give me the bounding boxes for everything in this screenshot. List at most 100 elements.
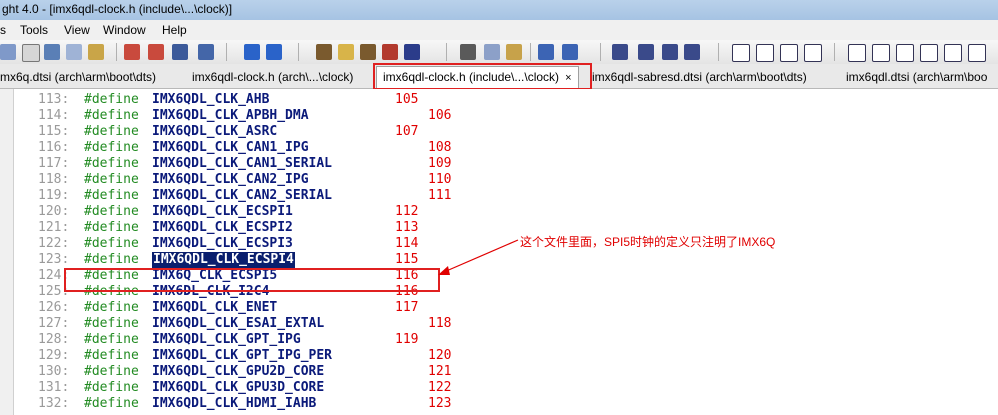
define-keyword: #define: [84, 204, 139, 219]
toolbar-icon-19[interactable]: [732, 44, 750, 62]
toolbar-icon-12[interactable]: [360, 44, 376, 60]
menu-item-tools[interactable]: Tools: [20, 23, 48, 37]
cut-icon[interactable]: [460, 44, 476, 60]
macro-name: IMX6QDL_CLK_HDMI_IAHB: [152, 396, 317, 411]
macro-value: 123: [428, 396, 452, 411]
forward-arrow-icon[interactable]: [266, 44, 282, 60]
define-keyword: #define: [84, 364, 139, 379]
toolbar-icon-8[interactable]: [172, 44, 188, 60]
toolbar-icon-23[interactable]: [848, 44, 866, 62]
line-number: 128:: [38, 332, 70, 347]
line-number: 113:: [38, 92, 70, 107]
macro-value: 114: [395, 236, 419, 251]
menu-item-tools-partial[interactable]: s: [0, 23, 6, 37]
paste-icon[interactable]: [506, 44, 522, 60]
macro-value: 115: [395, 252, 419, 267]
toolbar-icon-3[interactable]: [44, 44, 60, 60]
toolbar-icon-14[interactable]: [404, 44, 420, 60]
toolbar-icon-28[interactable]: [968, 44, 986, 62]
tab-imx6qdl-dtsi[interactable]: imx6qdl.dtsi (arch\arm\boo: [846, 67, 987, 87]
macro-value: 112: [395, 204, 419, 219]
define-keyword: #define: [84, 316, 139, 331]
toolbar-icon-6[interactable]: [124, 44, 140, 60]
toolbar-icon-11[interactable]: [338, 44, 354, 60]
toolbar-icon-16[interactable]: [638, 44, 654, 60]
toolbar-icon-9[interactable]: [198, 44, 214, 60]
define-keyword: #define: [84, 92, 139, 107]
macro-name: IMX6QDL_CLK_GPU3D_CORE: [152, 380, 325, 395]
macro-value: 117: [395, 300, 419, 315]
toolbar-icon-7[interactable]: [148, 44, 164, 60]
toolbar-icon-27[interactable]: [944, 44, 962, 62]
toolbar-icon-13[interactable]: [382, 44, 398, 60]
macro-value: 122: [428, 380, 452, 395]
macro-name: IMX6QDL_CLK_CAN1_IPG: [152, 140, 309, 155]
tab-label: imx6qdl-sabresd.dtsi (arch\arm\boot\dts): [592, 70, 807, 84]
toolbar-separator: [600, 43, 601, 61]
menu-item-help[interactable]: Help: [162, 23, 187, 37]
active-tab-highlight: [373, 63, 592, 90]
macro-value: 106: [428, 108, 452, 123]
annotation-highlight-box: [64, 268, 440, 292]
selected-macro-name[interactable]: IMX6QDL_CLK_ECSPI4: [152, 252, 295, 268]
tab-imx6q-dtsi[interactable]: mx6q.dtsi (arch\arm\boot\dts): [0, 67, 156, 87]
macro-value: 109: [428, 156, 452, 171]
macro-name: IMX6QDL_CLK_ECSPI1: [152, 204, 293, 219]
define-keyword: #define: [84, 236, 139, 251]
tab-label: imx6qdl.dtsi (arch\arm\boo: [846, 70, 988, 84]
toolbar-icon-25[interactable]: [896, 44, 914, 62]
macro-name: IMX6QDL_CLK_ECSPI2: [152, 220, 293, 235]
back-arrow-icon[interactable]: [244, 44, 260, 60]
toolbar-icon-10[interactable]: [316, 44, 332, 60]
toolbar-separator: [116, 43, 117, 61]
toolbar-separator: [298, 43, 299, 61]
define-keyword: #define: [84, 348, 139, 363]
macro-name: IMX6QDL_CLK_APBH_DMA: [152, 108, 309, 123]
undo-icon[interactable]: [538, 44, 554, 60]
line-number: 120:: [38, 204, 70, 219]
toolbar-icon-4[interactable]: [66, 44, 82, 60]
macro-value: 121: [428, 364, 452, 379]
line-number: 131:: [38, 380, 70, 395]
toolbar-separator: [530, 43, 531, 61]
line-number: 122:: [38, 236, 70, 251]
tab-imx6qdl-sabresd[interactable]: imx6qdl-sabresd.dtsi (arch\arm\boot\dts): [592, 67, 807, 87]
toolbar-icon-15[interactable]: [612, 44, 628, 60]
macro-name: IMX6QDL_CLK_AHB: [152, 92, 270, 107]
annotation-text: 这个文件里面，SPI5时钟的定义只注明了IMX6Q: [520, 235, 776, 249]
redo-icon[interactable]: [562, 44, 578, 60]
line-number: 127:: [38, 316, 70, 331]
define-keyword: #define: [84, 188, 139, 203]
toolbar-icon-21[interactable]: [780, 44, 798, 62]
toolbar-icon-5[interactable]: [88, 44, 104, 60]
toolbar-icon-22[interactable]: [804, 44, 822, 62]
macro-value: 113: [395, 220, 419, 235]
toolbar-icon-26[interactable]: [920, 44, 938, 62]
toolbar-icon-18[interactable]: [684, 44, 700, 60]
copy-icon[interactable]: [484, 44, 500, 60]
macro-name: IMX6QDL_CLK_ECSPI3: [152, 236, 293, 251]
toolbar-icon-1[interactable]: [0, 44, 16, 60]
toolbar-icon-24[interactable]: [872, 44, 890, 62]
macro-value: 118: [428, 316, 452, 331]
tab-imx6qdl-clock-arch[interactable]: imx6qdl-clock.h (arch\...\clock): [192, 67, 353, 87]
menu-item-window[interactable]: Window: [103, 23, 146, 37]
toolbar-icon-20[interactable]: [756, 44, 774, 62]
window-title: ght 4.0 - [imx6qdl-clock.h (include\...\…: [2, 2, 233, 16]
line-number: 121:: [38, 220, 70, 235]
macro-name: IMX6QDL_CLK_GPU2D_CORE: [152, 364, 325, 379]
toolbar-icon-17[interactable]: [662, 44, 678, 60]
macro-value: 110: [428, 172, 452, 187]
macro-name: IMX6QDL_CLK_ENET: [152, 300, 278, 315]
define-keyword: #define: [84, 396, 139, 411]
macro-value: 119: [395, 332, 419, 347]
define-keyword: #define: [84, 220, 139, 235]
toolbar-icon-2[interactable]: [22, 44, 40, 62]
line-number: 117:: [38, 156, 70, 171]
menu-item-view[interactable]: View: [64, 23, 90, 37]
toolbar-separator: [446, 43, 447, 61]
macro-name: IMX6QDL_CLK_ESAI_EXTAL: [152, 316, 325, 331]
define-keyword: #define: [84, 380, 139, 395]
toolbar: [0, 40, 998, 65]
tab-label: imx6qdl-clock.h (arch\...\clock): [192, 70, 354, 84]
